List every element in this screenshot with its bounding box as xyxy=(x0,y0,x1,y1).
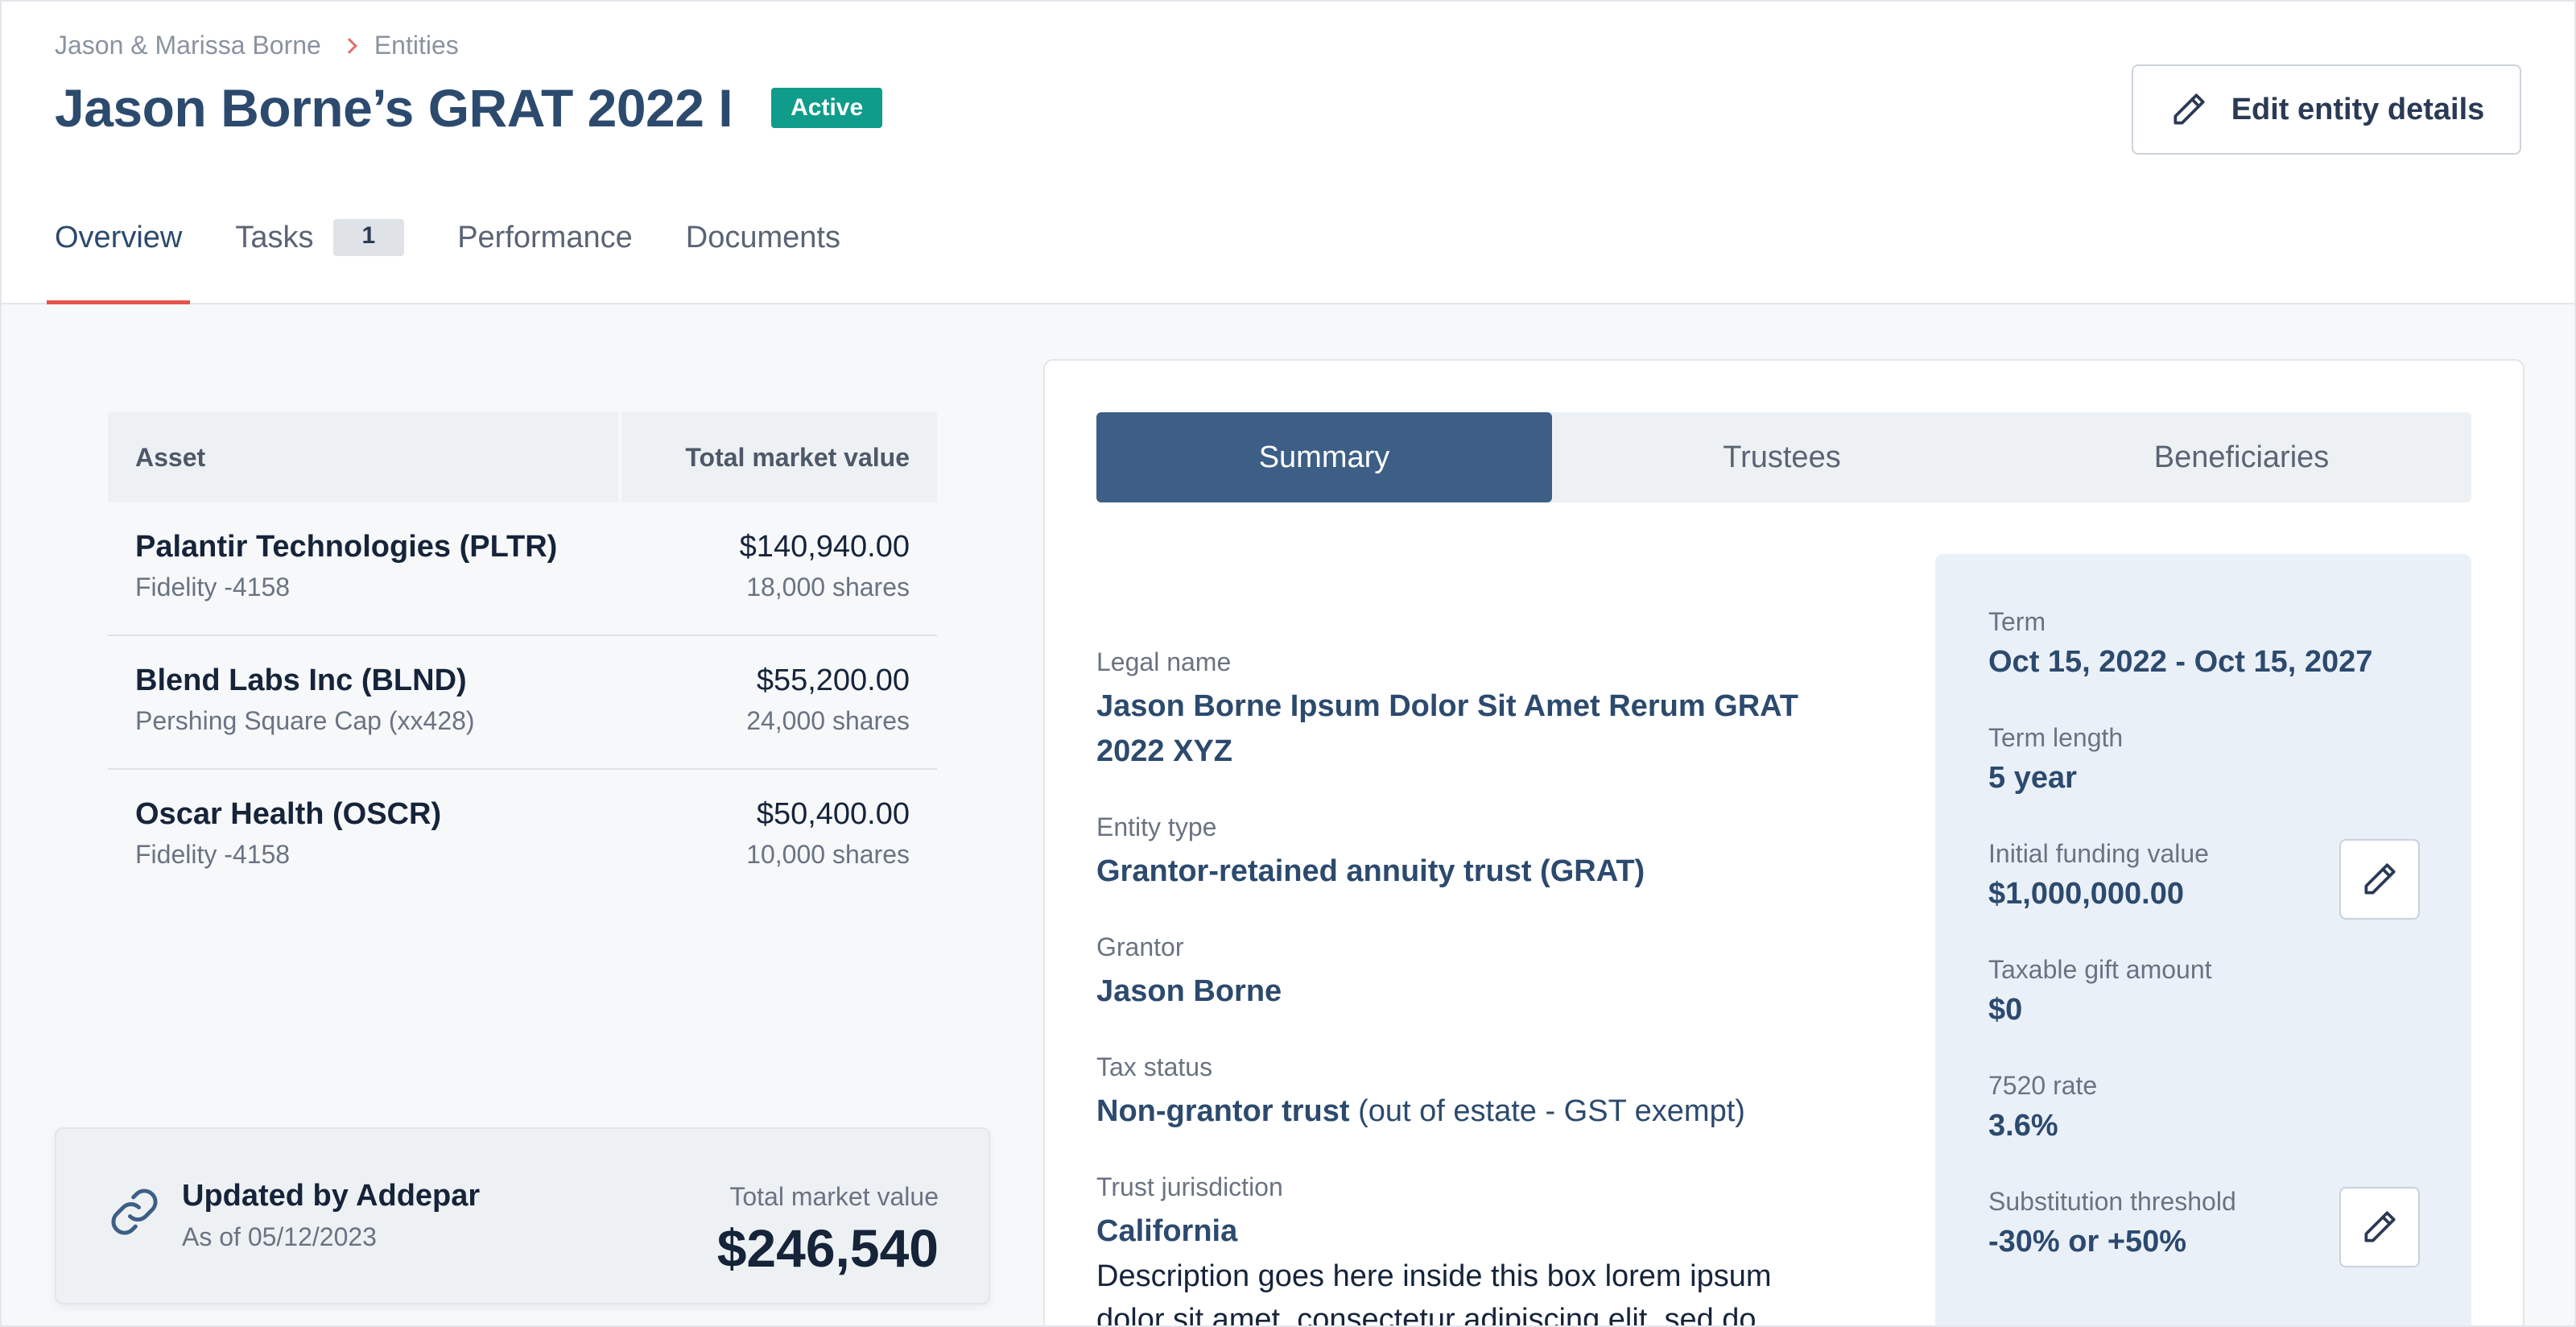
tax-status-note: (out of estate - GST exempt) xyxy=(1349,1094,1745,1128)
tab-tasks[interactable]: Tasks 1 xyxy=(235,209,405,304)
sync-date: As of 05/12/2023 xyxy=(182,1222,377,1251)
tab-label: Overview xyxy=(55,221,183,254)
total-value: $246,540 xyxy=(716,1218,939,1278)
sync-source: Updated by Addepar xyxy=(182,1179,481,1213)
field-label: Grantor xyxy=(1096,932,1184,961)
field-value: Grantor-retained annuity trust (GRAT) xyxy=(1096,854,1645,888)
table-row[interactable]: Oscar Health (OSCR) Fidelity -4158 $50,4… xyxy=(108,770,937,903)
term-details-box: Term Oct 15, 2022 - Oct 15, 2027 Term le… xyxy=(1935,554,2471,1325)
total-value-label: Total market value xyxy=(729,1182,939,1211)
asset-value: $50,400.00 xyxy=(756,797,910,831)
segment-summary[interactable]: Summary xyxy=(1096,412,1552,502)
page-title: Jason Borne’s GRAT 2022 I xyxy=(55,78,733,138)
asset-account: Fidelity -4158 xyxy=(135,840,291,869)
field-value: $1,000,000.00 xyxy=(1988,877,2185,911)
field-value: $0 xyxy=(1988,993,2023,1027)
asset-name: Blend Labs Inc (BLND) xyxy=(135,664,467,697)
entity-detail-panel: Summary Trustees Beneficiaries Legal nam… xyxy=(1043,359,2524,1327)
asset-name: Oscar Health (OSCR) xyxy=(135,797,442,831)
title-row: Jason Borne’s GRAT 2022 I Active xyxy=(55,77,883,138)
field-label: Term length xyxy=(1988,723,2124,752)
edit-threshold-button[interactable] xyxy=(2339,1187,2420,1267)
tax-status-value: Non-grantor trust xyxy=(1096,1094,1350,1128)
field-term: Term Oct 15, 2022 - Oct 15, 2027 xyxy=(1988,607,2372,682)
field-value: California xyxy=(1096,1214,1238,1248)
field-grantor: Grantor Jason Borne xyxy=(1096,932,1845,1014)
field-label: Entity type xyxy=(1096,812,1217,841)
field-value: 5 year xyxy=(1988,761,2077,795)
tab-bar: Overview Tasks 1 Performance Documents xyxy=(46,209,894,304)
app-window: Jason & Marissa Borne Entities Jason Bor… xyxy=(0,0,2576,1327)
field-value: 3.6% xyxy=(1988,1109,2058,1143)
field-substitution-threshold: Substitution threshold -30% or +50% xyxy=(1988,1187,2236,1262)
field-value: Jason Borne Ipsum Dolor Sit Amet Rerum G… xyxy=(1096,689,1798,768)
entity-description: Description goes here inside this box lo… xyxy=(1096,1259,1772,1327)
edit-entity-button[interactable]: Edit entity details xyxy=(2132,64,2521,155)
field-label: Term xyxy=(1988,607,2046,636)
breadcrumb-parent[interactable]: Jason & Marissa Borne xyxy=(55,31,321,60)
field-label: Taxable gift amount xyxy=(1988,955,2212,984)
field-tax-status: Tax status Non-grantor trust (out of est… xyxy=(1096,1052,1845,1134)
breadcrumb: Jason & Marissa Borne Entities xyxy=(55,31,459,60)
field-taxable-gift: Taxable gift amount $0 xyxy=(1988,955,2212,1030)
column-header-value[interactable]: Total market value xyxy=(621,412,937,502)
detail-segmented-control: Summary Trustees Beneficiaries xyxy=(1096,412,2471,502)
field-value: Non-grantor trust (out of estate - GST e… xyxy=(1096,1089,1845,1134)
asset-account: Fidelity -4158 xyxy=(135,573,291,601)
status-badge: Active xyxy=(771,88,883,128)
asset-shares: 24,000 shares xyxy=(746,706,910,735)
pencil-icon xyxy=(2364,863,2396,895)
tab-label: Tasks xyxy=(235,221,314,254)
main-content: Asset Total market value Palantir Techno… xyxy=(2,304,2574,1327)
field-7520-rate: 7520 rate 3.6% xyxy=(1988,1071,2097,1146)
chevron-right-icon xyxy=(341,37,357,54)
tab-label: Documents xyxy=(685,221,840,254)
field-value: -30% or +50% xyxy=(1988,1225,2187,1259)
field-label: 7520 rate xyxy=(1988,1071,2098,1100)
field-value: Jason Borne xyxy=(1096,974,1282,1008)
page-header: Jason & Marissa Borne Entities Jason Bor… xyxy=(2,2,2574,304)
asset-value: $140,940.00 xyxy=(739,530,910,564)
field-legal-name: Legal name Jason Borne Ipsum Dolor Sit A… xyxy=(1096,647,1845,774)
tab-label: Performance xyxy=(457,221,633,254)
field-term-length: Term length 5 year xyxy=(1988,723,2123,798)
column-header-asset[interactable]: Asset xyxy=(108,412,621,502)
link-icon xyxy=(111,1189,158,1235)
asset-shares: 18,000 shares xyxy=(746,573,910,601)
field-label: Initial funding value xyxy=(1988,839,2209,868)
field-label: Legal name xyxy=(1096,647,1232,676)
segment-beneficiaries[interactable]: Beneficiaries xyxy=(2012,412,2471,502)
sync-status-card: Updated by Addepar As of 05/12/2023 Tota… xyxy=(55,1127,990,1304)
edit-entity-label: Edit entity details xyxy=(2231,92,2485,126)
breadcrumb-current[interactable]: Entities xyxy=(374,31,459,60)
field-label: Tax status xyxy=(1096,1052,1213,1081)
pencil-icon xyxy=(2174,93,2205,125)
asset-value: $55,200.00 xyxy=(756,664,910,697)
summary-fields: Legal name Jason Borne Ipsum Dolor Sit A… xyxy=(1096,647,1845,1292)
edit-funding-button[interactable] xyxy=(2339,839,2420,920)
asset-account: Pershing Square Cap (xx428) xyxy=(135,706,475,735)
table-row[interactable]: Blend Labs Inc (BLND) Pershing Square Ca… xyxy=(108,636,937,770)
field-initial-funding: Initial funding value $1,000,000.00 xyxy=(1988,839,2209,914)
tab-performance[interactable]: Performance xyxy=(457,209,633,304)
tasks-count-badge: 1 xyxy=(332,219,405,256)
segment-trustees[interactable]: Trustees xyxy=(1552,412,2012,502)
field-label: Substitution threshold xyxy=(1988,1187,2236,1216)
asset-name: Palantir Technologies (PLTR) xyxy=(135,530,558,564)
field-entity-type: Entity type Grantor-retained annuity tru… xyxy=(1096,812,1845,894)
tab-documents[interactable]: Documents xyxy=(686,209,840,304)
table-row[interactable]: Palantir Technologies (PLTR) Fidelity -4… xyxy=(108,502,937,636)
field-label: Trust jurisdiction xyxy=(1096,1172,1283,1201)
tab-overview[interactable]: Overview xyxy=(46,209,191,304)
asset-shares: 10,000 shares xyxy=(746,840,910,869)
field-value: Oct 15, 2022 - Oct 15, 2027 xyxy=(1988,645,2373,679)
asset-table: Asset Total market value Palantir Techno… xyxy=(108,412,937,903)
field-jurisdiction: Trust jurisdiction California xyxy=(1096,1172,1845,1254)
asset-table-header: Asset Total market value xyxy=(108,412,937,502)
pencil-icon xyxy=(2364,1211,2396,1242)
